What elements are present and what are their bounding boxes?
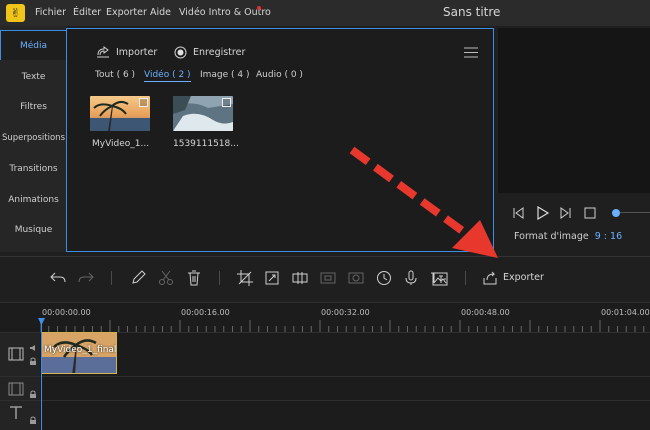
select-checkbox[interactable] <box>222 98 231 107</box>
volume-slider-handle[interactable] <box>612 209 620 217</box>
menu-exporter[interactable]: Exporter <box>106 7 147 18</box>
timeline-clip[interactable]: MyVideo_1_final <box>41 332 117 374</box>
image-edit-icon[interactable] <box>432 271 448 287</box>
import-icon <box>97 46 109 58</box>
playhead[interactable] <box>41 318 42 430</box>
menu-editer[interactable]: Éditer <box>73 7 101 18</box>
tab-animations[interactable]: Animations <box>0 195 67 205</box>
filter-video[interactable]: Vidéo ( 2 ) <box>144 70 191 82</box>
toolbar-separator <box>111 271 112 285</box>
lock-icon[interactable] <box>29 357 37 365</box>
undo-icon[interactable] <box>50 270 66 286</box>
import-label: Importer <box>116 46 158 58</box>
filter-all[interactable]: Tout ( 6 ) <box>95 70 135 80</box>
tab-musique[interactable]: Musique <box>0 225 67 235</box>
time-label: 00:00:16.00 <box>181 308 230 317</box>
speaker-icon[interactable] <box>29 344 37 352</box>
text-track-header <box>0 401 40 430</box>
export-icon[interactable] <box>482 270 498 286</box>
toolbar-separator <box>219 271 220 285</box>
time-label: 00:00:00.00 <box>42 308 91 317</box>
crop-icon[interactable] <box>237 270 253 286</box>
menu-aide[interactable]: Aide <box>150 7 171 18</box>
text-icon <box>10 406 22 419</box>
export-button[interactable]: Exporter <box>503 272 544 283</box>
overlay-track <box>0 376 650 401</box>
media-item-label: 1539111518... <box>173 139 239 149</box>
media-thumbnail[interactable] <box>173 96 233 131</box>
media-thumbnail[interactable] <box>90 96 150 131</box>
select-checkbox[interactable] <box>139 98 148 107</box>
tab-media[interactable]: Média <box>0 41 67 51</box>
microphone-icon[interactable] <box>403 270 419 286</box>
tab-filtres[interactable]: Filtres <box>0 102 67 112</box>
video-track-header <box>0 333 40 377</box>
title-bar: ✌ Fichier Éditer Exporter Aide Vidéo Int… <box>0 0 650 26</box>
film-icon <box>8 347 24 361</box>
text-track <box>0 400 650 430</box>
filter-image[interactable]: Image ( 4 ) <box>200 70 250 80</box>
prev-frame-icon[interactable] <box>512 207 524 219</box>
redo-icon[interactable] <box>78 270 94 286</box>
aspect-ratio-value: 9 : 16 <box>594 231 623 242</box>
time-label: 00:01:04.00 <box>601 308 650 317</box>
edit-pencil-icon[interactable] <box>130 270 146 286</box>
import-button[interactable]: Importer <box>96 46 157 58</box>
filter-audio[interactable]: Audio ( 0 ) <box>256 70 303 80</box>
overlay-track-header <box>0 377 40 401</box>
resize-icon[interactable] <box>264 270 280 286</box>
app-title: Sans titre <box>443 5 501 19</box>
clip-label: MyVideo_1_final <box>44 345 117 355</box>
red-dashed-arrow-annotation <box>349 146 498 258</box>
record-button[interactable]: Enregistrer <box>174 46 245 59</box>
record-icon <box>174 46 187 59</box>
record-label: Enregistrer <box>193 47 246 58</box>
panel-divider[interactable] <box>0 256 650 257</box>
tab-superpositions[interactable]: Superpositions <box>0 133 67 143</box>
notification-dot <box>257 6 261 10</box>
play-icon[interactable] <box>536 206 550 220</box>
tab-texte[interactable]: Texte <box>0 72 67 82</box>
tab-transitions[interactable]: Transitions <box>0 164 67 174</box>
mosaic-icon[interactable] <box>292 270 308 286</box>
delete-icon[interactable] <box>186 270 202 286</box>
speed-clock-icon[interactable] <box>376 270 392 286</box>
list-view-icon[interactable] <box>464 47 478 58</box>
ruler-ticks <box>40 320 645 332</box>
time-label: 00:00:32.00 <box>321 308 370 317</box>
aspect-ratio-label: Format d'image <box>514 231 589 242</box>
overlay-film-icon <box>8 382 24 396</box>
cut-icon[interactable] <box>158 270 174 286</box>
preview-screen <box>498 28 650 193</box>
app-logo-icon: ✌ <box>6 4 25 22</box>
volume-slider-track[interactable] <box>620 212 650 213</box>
app-window: ✌ Fichier Éditer Exporter Aide Vidéo Int… <box>0 0 650 430</box>
time-label: 00:00:48.00 <box>461 308 510 317</box>
lock-icon[interactable] <box>29 390 37 398</box>
freeze-frame-icon[interactable] <box>320 270 336 286</box>
toolbar-separator <box>465 271 466 285</box>
lock-icon[interactable] <box>29 416 37 424</box>
sidebar: Média Texte Filtres Superpositions Trans… <box>0 26 67 252</box>
menu-fichier[interactable]: Fichier <box>35 7 66 18</box>
player-controls <box>512 205 650 221</box>
snapshot-icon[interactable] <box>348 270 364 286</box>
next-frame-icon[interactable] <box>560 207 572 219</box>
stop-icon[interactable] <box>584 207 596 219</box>
media-item-label: MyVideo_1... <box>92 139 150 149</box>
aspect-ratio[interactable]: Format d'image 9 : 16 <box>514 231 622 242</box>
